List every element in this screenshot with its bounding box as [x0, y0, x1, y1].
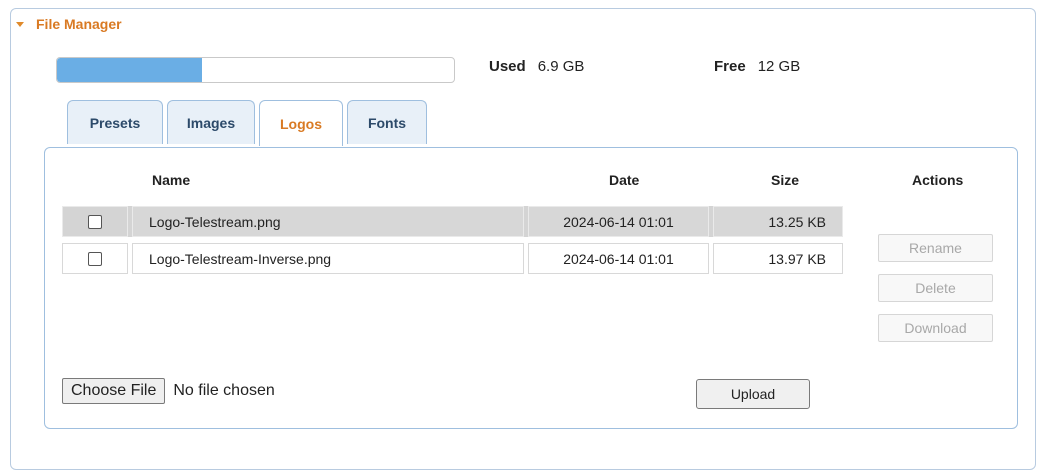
- column-header-actions: Actions: [912, 172, 964, 188]
- used-value: 6.9 GB: [537, 58, 585, 75]
- file-date: 2024-06-14 01:01: [528, 243, 709, 274]
- collapse-caret-icon[interactable]: [16, 21, 24, 27]
- storage-usage-bar: [56, 57, 455, 83]
- free-value: 12 GB: [757, 58, 801, 75]
- column-header-date[interactable]: Date: [609, 172, 639, 188]
- download-button[interactable]: Download: [878, 314, 993, 342]
- tab-images[interactable]: Images: [167, 100, 255, 144]
- row-checkbox[interactable]: [88, 214, 102, 229]
- section-header[interactable]: File Manager: [16, 16, 122, 32]
- file-picker: Choose File No file chosen: [62, 378, 275, 404]
- delete-button[interactable]: Delete: [878, 274, 993, 302]
- column-header-name[interactable]: Name: [152, 172, 190, 188]
- tab-fonts[interactable]: Fonts: [347, 100, 427, 144]
- file-chosen-status: No file chosen: [173, 382, 275, 399]
- upload-button[interactable]: Upload: [696, 379, 810, 409]
- free-stat: Free 12 GB: [714, 58, 800, 75]
- choose-file-button[interactable]: Choose File: [62, 378, 166, 404]
- used-label: Used: [489, 58, 526, 75]
- file-name: Logo-Telestream-Inverse.png: [132, 243, 524, 274]
- row-checkbox[interactable]: [88, 251, 102, 266]
- file-date: 2024-06-14 01:01: [528, 206, 709, 237]
- table-row[interactable]: Logo-Telestream-Inverse.png 2024-06-14 0…: [62, 243, 843, 274]
- used-stat: Used 6.9 GB: [489, 58, 584, 75]
- tab-presets[interactable]: Presets: [67, 100, 163, 144]
- column-header-size[interactable]: Size: [771, 172, 799, 188]
- file-size: 13.97 KB: [713, 243, 843, 274]
- file-size: 13.25 KB: [713, 206, 843, 237]
- table-row[interactable]: Logo-Telestream.png 2024-06-14 01:01 13.…: [62, 206, 843, 237]
- section-title: File Manager: [36, 16, 122, 32]
- file-name: Logo-Telestream.png: [132, 206, 524, 237]
- row-checkbox-cell: [62, 243, 128, 274]
- storage-usage-fill: [57, 58, 202, 82]
- rename-button[interactable]: Rename: [878, 234, 993, 262]
- file-type-tabs: Presets Images Logos Fonts: [67, 100, 431, 146]
- free-label: Free: [714, 58, 746, 75]
- tab-logos[interactable]: Logos: [259, 100, 343, 146]
- row-checkbox-cell: [62, 206, 128, 237]
